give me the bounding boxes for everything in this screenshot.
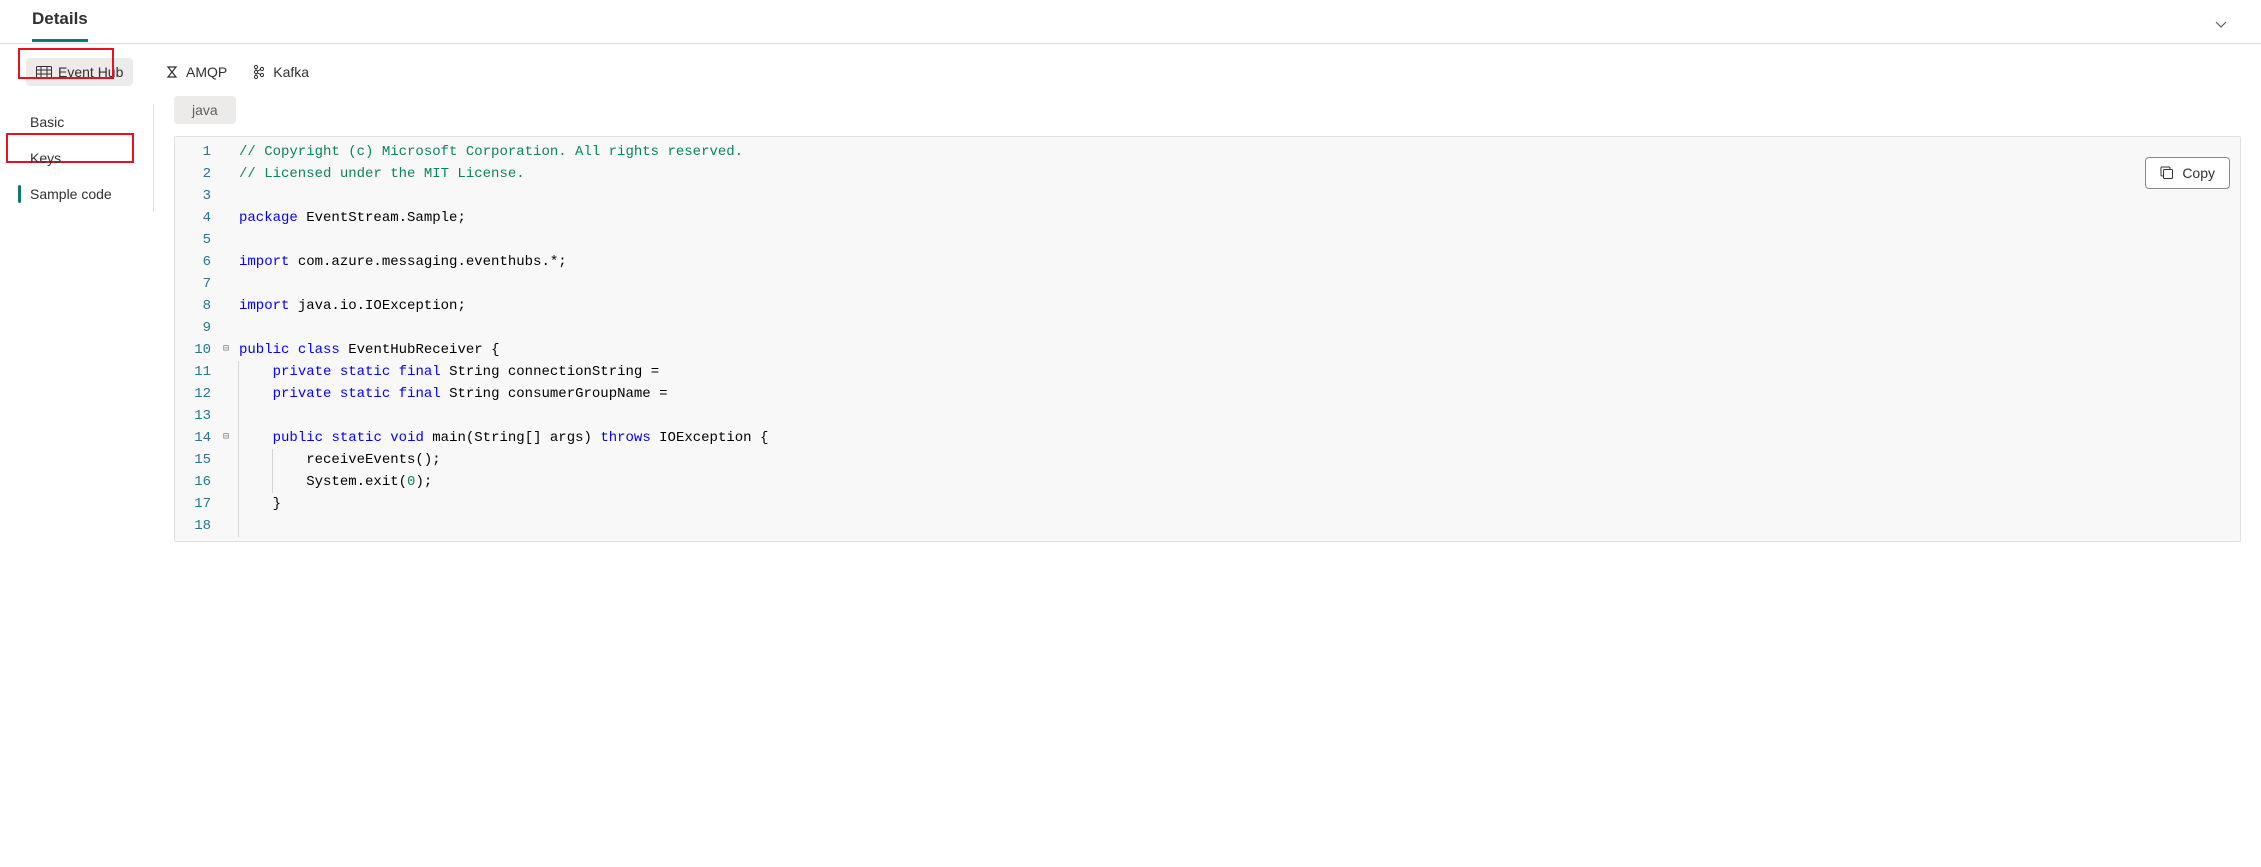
sidebar-item-keys[interactable]: Keys [18,140,153,176]
tab-kafka-label: Kafka [273,64,309,80]
protocol-tabs-rest: AMQP Kafka [154,58,2253,86]
language-pill[interactable]: java [174,96,236,124]
main-panel: java Copy 1 2 3 4 5 6 7 [154,96,2253,542]
tab-event-hub-label: Event Hub [58,64,123,80]
tab-event-hub[interactable]: Event Hub [26,58,133,86]
fold-icon[interactable]: ⊟ [219,427,233,449]
content-area: Event Hub Basic Keys Sample code AMQP [0,44,2261,542]
fold-icon[interactable]: ⊟ [219,339,233,361]
protocol-tabs: Event Hub [18,58,154,86]
tab-amqp-label: AMQP [186,64,227,80]
details-tab[interactable]: Details [32,9,88,42]
sidebar-item-basic[interactable]: Basic [18,104,153,140]
tab-kafka[interactable]: Kafka [241,58,319,86]
code-text[interactable]: // Copyright (c) Microsoft Corporation. … [233,137,2240,541]
side-nav: Basic Keys Sample code [18,104,154,212]
fold-gutter: ⊟ ⊟ [219,137,233,541]
copy-label: Copy [2182,165,2215,181]
kafka-icon [251,64,267,80]
event-hub-icon [36,64,52,80]
amqp-icon [164,64,180,80]
tab-amqp[interactable]: AMQP [154,58,237,86]
copy-button[interactable]: Copy [2145,157,2230,189]
copy-icon [2160,166,2174,180]
line-number-gutter: 1 2 3 4 5 6 7 8 9 10 11 12 13 14 [175,137,219,541]
chevron-down-icon[interactable] [2205,8,2237,43]
sidebar-item-sample-code[interactable]: Sample code [18,176,153,212]
details-header: Details [0,0,2261,44]
code-viewer: Copy 1 2 3 4 5 6 7 8 9 10 11 [174,136,2241,542]
